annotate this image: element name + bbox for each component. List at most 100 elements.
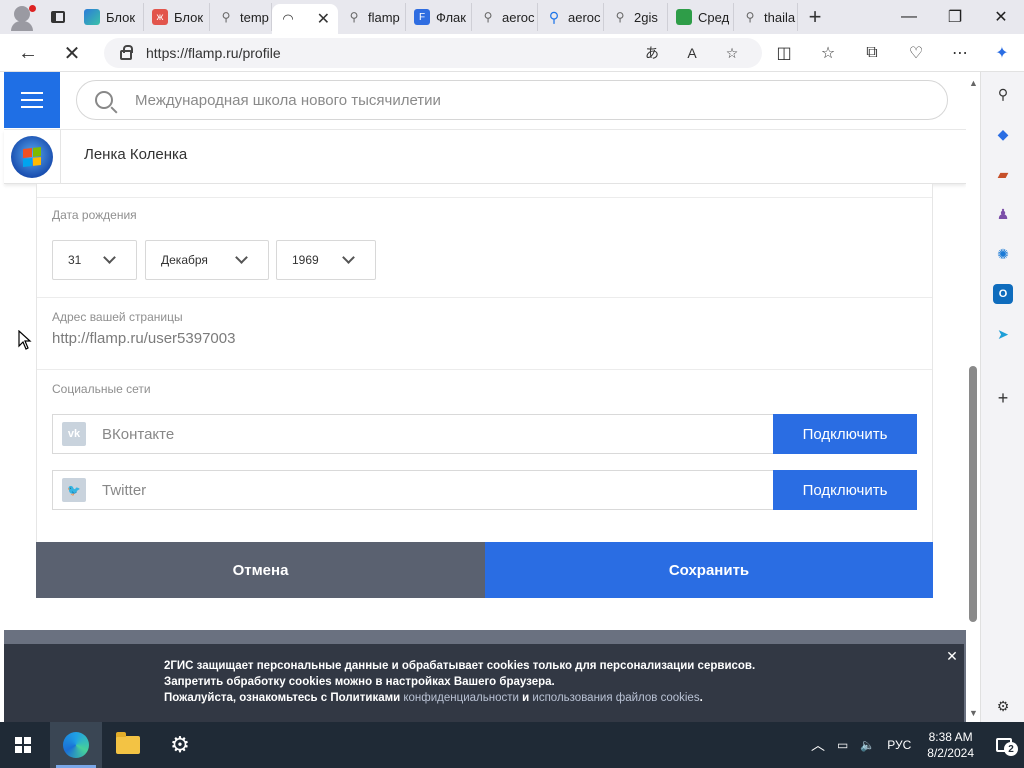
tab-actions-button[interactable] (40, 0, 76, 34)
sidebar-search-icon[interactable]: ⚲ (993, 84, 1013, 104)
browser-tab[interactable]: F Флак (406, 3, 472, 31)
chevron-up-icon[interactable]: ︿ (811, 735, 825, 755)
browser-tab-active[interactable]: ◠ ✕ (272, 4, 338, 34)
telegram-icon[interactable]: ➤ (993, 324, 1013, 344)
minimize-icon[interactable]: — (886, 0, 932, 34)
clock[interactable]: 8:38 AM 8/2/2024 (927, 729, 974, 761)
avatar[interactable] (11, 136, 53, 178)
more-menu-icon[interactable]: ⋯ (940, 34, 980, 72)
form-actions: Отмена Сохранить (36, 542, 933, 598)
cookie-close-icon[interactable]: ✕ (944, 648, 960, 664)
connect-twitter-button[interactable]: Подключить (773, 470, 917, 510)
profile-button[interactable] (0, 0, 40, 34)
add-sidebar-app-icon[interactable]: + (993, 388, 1013, 408)
url-text: https://flamp.ru/profile (146, 45, 281, 61)
tab-title: Блок (106, 9, 136, 25)
tab-close-icon[interactable]: ✕ (317, 9, 330, 29)
birth-date-label: Дата рождения (52, 208, 137, 222)
page-scrollbar[interactable]: ▲ ▼ (966, 72, 980, 722)
birth-date-section: Дата рождения 31 Декабря 1969 (37, 198, 932, 298)
user-name[interactable]: Ленка Коленка (84, 146, 187, 163)
chevron-down-icon (342, 251, 355, 264)
translate-icon[interactable]: あ (638, 38, 666, 68)
copilot-sidebar-icon[interactable]: ✺ (993, 244, 1013, 264)
outlook-icon[interactable]: O (993, 284, 1013, 304)
split-screen-icon[interactable]: ◫ (764, 34, 804, 72)
windows-logo-icon (23, 147, 41, 167)
birth-day-select[interactable]: 31 (52, 240, 137, 280)
save-button[interactable]: Сохранить (485, 542, 933, 598)
windows-taskbar: ⚙ ︿ ▭ 🔈 РУС 8:38 AM 8/2/2024 2 (0, 722, 1024, 768)
search-icon: ⚲ (745, 10, 755, 24)
birth-year-select[interactable]: 1969 (276, 240, 376, 280)
windows-logo-icon (15, 737, 31, 753)
connect-vk-button[interactable]: Подключить (773, 414, 917, 454)
taskbar-edge[interactable] (50, 722, 102, 768)
new-tab-icon[interactable]: + (798, 0, 832, 34)
browser-tab[interactable]: ж Блок (144, 3, 210, 31)
tab-title: Флак (436, 9, 466, 25)
close-window-icon[interactable]: ✕ (978, 0, 1024, 34)
chevron-down-icon (103, 251, 116, 264)
copilot-icon[interactable]: ✦ (982, 34, 1022, 72)
hamburger-menu-icon[interactable] (4, 72, 60, 128)
vk-icon: vk (62, 422, 86, 446)
flamp-icon: F (414, 9, 430, 25)
twitter-field: 🐦 Twitter (52, 470, 773, 510)
restore-icon[interactable]: ❐ (932, 0, 978, 34)
scroll-up-icon[interactable]: ▲ (969, 78, 978, 88)
browser-tab[interactable]: ⚲ temp (210, 3, 272, 31)
collections-icon[interactable]: ⧉ (852, 34, 892, 72)
tab-title: Сред (698, 9, 730, 25)
browser-tab[interactable]: ⚲ flamp (338, 3, 406, 31)
shopping-tag-icon[interactable]: ◆ (993, 124, 1013, 144)
browser-essentials-icon[interactable]: ♡ (896, 34, 936, 72)
tools-icon[interactable]: ▰ (993, 164, 1013, 184)
twitter-icon: 🐦 (62, 478, 86, 502)
favorite-star-icon[interactable]: ☆ (718, 38, 746, 68)
browser-tab[interactable]: Сред (668, 3, 734, 31)
page-address-section: Адрес вашей страницы http://flamp.ru/use… (37, 298, 932, 370)
cancel-button[interactable]: Отмена (36, 542, 485, 598)
search-icon: ⚲ (548, 8, 560, 25)
games-icon[interactable]: ♟ (993, 204, 1013, 224)
network-icon[interactable]: ▭ (837, 738, 848, 752)
red-circle-icon: ж (152, 9, 168, 25)
volume-muted-icon[interactable]: 🔈 (860, 738, 875, 752)
search-icon: ⚲ (483, 10, 493, 24)
sidebar-settings-icon[interactable]: ⚙ (993, 696, 1013, 716)
stop-loading-icon[interactable]: ✕ (50, 34, 94, 72)
scroll-down-icon[interactable]: ▼ (969, 708, 978, 718)
browser-tab[interactable]: Блок (76, 3, 144, 31)
privacy-policy-link[interactable]: конфиденциальности (403, 692, 519, 704)
tab-strip: Блок ж Блок ⚲ temp ◠ ✕ ⚲ flamp F Флак ⚲ … (0, 0, 1024, 34)
start-button[interactable] (0, 722, 46, 768)
scrollbar-thumb[interactable] (969, 366, 977, 622)
favorites-icon[interactable]: ☆ (808, 34, 848, 72)
tab-title: aeroc (568, 9, 601, 25)
cookie-text-line-2: Запретить обработку cookies можно в наст… (164, 676, 555, 688)
edge-icon (63, 732, 89, 758)
site-search-input[interactable]: Международная школа нового тысячилетии (76, 80, 948, 120)
language-indicator[interactable]: РУС (887, 738, 911, 752)
site-header: Международная школа нового тысячилетии (4, 72, 966, 130)
tab-title: 2gis (634, 9, 658, 25)
birth-month-select[interactable]: Декабря (145, 240, 269, 280)
browser-tab[interactable]: ⚲ aeroc (538, 3, 604, 31)
back-icon[interactable]: ← (6, 34, 50, 72)
page-address-label: Адрес вашей страницы (52, 310, 183, 324)
folder-icon (116, 732, 140, 754)
loading-icon: ◠ (282, 11, 294, 26)
taskbar-file-explorer[interactable] (102, 722, 154, 768)
browser-tab[interactable]: ⚲ 2gis (604, 3, 668, 31)
browser-tab[interactable]: ⚲ aeroc (472, 3, 538, 31)
browser-tab[interactable]: ⚲ thaila (734, 3, 798, 31)
read-aloud-icon[interactable]: A (678, 38, 706, 68)
notification-center[interactable]: 2 (984, 722, 1024, 768)
address-field[interactable]: https://flamp.ru/profile あ A ☆ (104, 38, 762, 68)
chevron-down-icon (235, 251, 248, 264)
search-icon: ⚲ (349, 10, 359, 24)
cookie-policy-link[interactable]: использования файлов cookies (532, 692, 699, 704)
search-placeholder: Международная школа нового тысячилетии (135, 91, 441, 109)
taskbar-settings[interactable]: ⚙ (154, 722, 206, 768)
